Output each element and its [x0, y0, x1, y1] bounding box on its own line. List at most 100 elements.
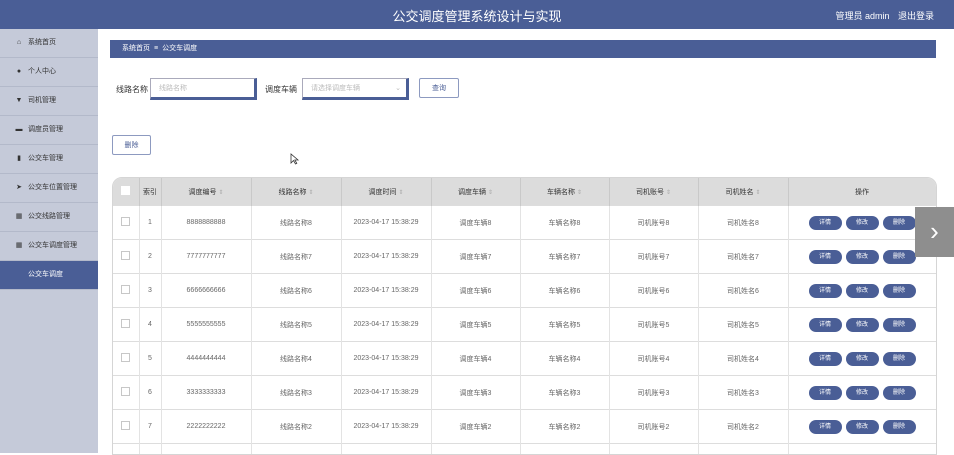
edit-button[interactable]: 修改 [846, 250, 879, 264]
edit-button[interactable]: 修改 [846, 318, 879, 332]
sort-icon: ⇕ [488, 190, 493, 196]
column-header[interactable]: 调度编号⇕ [161, 178, 251, 206]
column-header: 索引 [139, 178, 161, 206]
detail-button[interactable]: 详情 [809, 216, 842, 230]
table-cell: 车辆名称4 [520, 342, 609, 376]
delete-row-button[interactable]: 删除 [883, 216, 916, 230]
table-cell: 司机姓名6 [698, 274, 788, 308]
table-row: 54444444444线路名称42023-04-17 15:38:29调度车辆4… [113, 342, 936, 376]
detail-button[interactable]: 详情 [809, 386, 842, 400]
table-cell: 4 [139, 308, 161, 342]
query-button[interactable]: 查询 [419, 78, 459, 98]
row-checkbox[interactable] [113, 376, 139, 410]
table-cell: 线路名称6 [251, 274, 341, 308]
logout-link[interactable]: 退出登录 [898, 11, 934, 21]
column-header[interactable]: 线路名称⇕ [251, 178, 341, 206]
edit-button[interactable]: 修改 [846, 352, 879, 366]
row-actions: 详情修改删除 [788, 376, 936, 410]
sidebar: ⌂系统首页 ●个人中心 ▼司机管理 ▬调度员管理 ▮ 公交车管理 ➤公交车位置管理… [0, 29, 98, 453]
search-bar: 线路名称 线路名称 调度车辆 请选择调度车辆⌄ 查询 [110, 78, 936, 108]
table-cell: 4444444444 [161, 342, 251, 376]
table-cell: 调度车辆8 [431, 206, 520, 240]
vehicle-select[interactable]: 请选择调度车辆⌄ [302, 78, 409, 100]
delete-row-button[interactable]: 删除 [883, 318, 916, 332]
table-row: 81111111111线路名称12023-04-17 15:38:29调度车辆1… [113, 444, 936, 455]
table-cell: 车辆名称1 [520, 444, 609, 455]
edit-button[interactable]: 修改 [846, 386, 879, 400]
detail-button[interactable]: 详情 [809, 420, 842, 434]
sidebar-item-buses[interactable]: ▮ 公交车管理 [0, 145, 98, 174]
sidebar-item-label: 公交车位置管理 [28, 184, 77, 191]
table-cell: 2023-04-17 15:38:29 [341, 274, 431, 308]
sidebar-item-home[interactable]: ⌂系统首页 [0, 29, 98, 58]
breadcrumb-home[interactable]: 系统首页 [122, 45, 150, 52]
table-row: 72222222222线路名称22023-04-17 15:38:29调度车辆2… [113, 410, 936, 444]
table-cell: 8888888888 [161, 206, 251, 240]
column-header[interactable]: 调度车辆⇕ [431, 178, 520, 206]
edit-button[interactable]: 修改 [846, 284, 879, 298]
sidebar-item-dispatch[interactable]: 公交车调度 [0, 261, 98, 290]
sidebar-item-drivers[interactable]: ▼司机管理 [0, 87, 98, 116]
top-header: 公交调度管理系统设计与实现 管理员 admin 退出登录 [0, 0, 954, 29]
row-checkbox[interactable] [113, 274, 139, 308]
bar-chart-icon: ▮ [14, 145, 24, 173]
table-row: 27777777777线路名称72023-04-17 15:38:29调度车辆7… [113, 240, 936, 274]
delete-button[interactable]: 删除 [112, 135, 151, 155]
detail-button[interactable]: 详情 [809, 284, 842, 298]
table-cell: 车辆名称2 [520, 410, 609, 444]
table-cell: 车辆名称3 [520, 376, 609, 410]
delete-row-button[interactable]: 删除 [883, 386, 916, 400]
row-checkbox[interactable] [113, 206, 139, 240]
route-name-label: 线路名称 [116, 84, 148, 95]
row-checkbox[interactable] [113, 410, 139, 444]
table-cell: 司机姓名1 [698, 444, 788, 455]
table-cell: 2023-04-17 15:38:29 [341, 376, 431, 410]
detail-button[interactable]: 详情 [809, 352, 842, 366]
table-cell: 调度车辆3 [431, 376, 520, 410]
column-header[interactable]: 司机姓名⇕ [698, 178, 788, 206]
route-name-input[interactable]: 线路名称 [150, 78, 257, 100]
edit-button[interactable]: 修改 [846, 420, 879, 434]
sidebar-item-label: 公交车管理 [28, 155, 63, 162]
row-checkbox[interactable] [113, 444, 139, 455]
row-actions: 详情修改删除 [788, 444, 936, 455]
table-cell: 7 [139, 410, 161, 444]
sidebar-item-dispatch-management[interactable]: ▦公交车调度管理 [0, 232, 98, 261]
next-arrow-button[interactable]: › [915, 207, 954, 257]
delete-row-button[interactable]: 删除 [883, 420, 916, 434]
table-cell: 司机账号4 [609, 342, 698, 376]
row-checkbox[interactable] [113, 342, 139, 376]
column-header[interactable]: 司机账号⇕ [609, 178, 698, 206]
select-all-checkbox[interactable] [113, 178, 139, 206]
sidebar-item-bus-location[interactable]: ➤公交车位置管理 [0, 174, 98, 203]
user-area: 管理员 admin 退出登录 [829, 9, 934, 22]
table-cell: 8 [139, 444, 161, 455]
detail-button[interactable]: 详情 [809, 318, 842, 332]
table-cell: 车辆名称8 [520, 206, 609, 240]
column-header[interactable]: 调度时间⇕ [341, 178, 431, 206]
sort-icon: ⇕ [308, 190, 313, 196]
row-checkbox[interactable] [113, 308, 139, 342]
home-icon: ⌂ [14, 29, 24, 57]
dispatcher-icon: ▬ [14, 116, 24, 144]
row-actions: 详情修改删除 [788, 206, 936, 240]
delete-row-button[interactable]: 删除 [883, 284, 916, 298]
sidebar-item-label: 公交车调度 [28, 271, 63, 278]
delete-row-button[interactable]: 删除 [883, 250, 916, 264]
table-cell: 线路名称7 [251, 240, 341, 274]
table-cell: 2023-04-17 15:38:29 [341, 206, 431, 240]
sort-icon: ⇕ [398, 190, 403, 196]
grid-icon: ▦ [14, 232, 24, 260]
table-row: 45555555555线路名称52023-04-17 15:38:29调度车辆5… [113, 308, 936, 342]
column-header[interactable]: 车辆名称⇕ [520, 178, 609, 206]
row-checkbox[interactable] [113, 240, 139, 274]
table-cell: 司机姓名2 [698, 410, 788, 444]
sidebar-item-dispatchers[interactable]: ▬调度员管理 [0, 116, 98, 145]
table-cell: 2222222222 [161, 410, 251, 444]
edit-button[interactable]: 修改 [846, 216, 879, 230]
sidebar-item-profile[interactable]: ●个人中心 [0, 58, 98, 87]
delete-row-button[interactable]: 删除 [883, 352, 916, 366]
sidebar-item-routes[interactable]: ▦公交线路管理 [0, 203, 98, 232]
table-cell: 调度车辆1 [431, 444, 520, 455]
detail-button[interactable]: 详情 [809, 250, 842, 264]
